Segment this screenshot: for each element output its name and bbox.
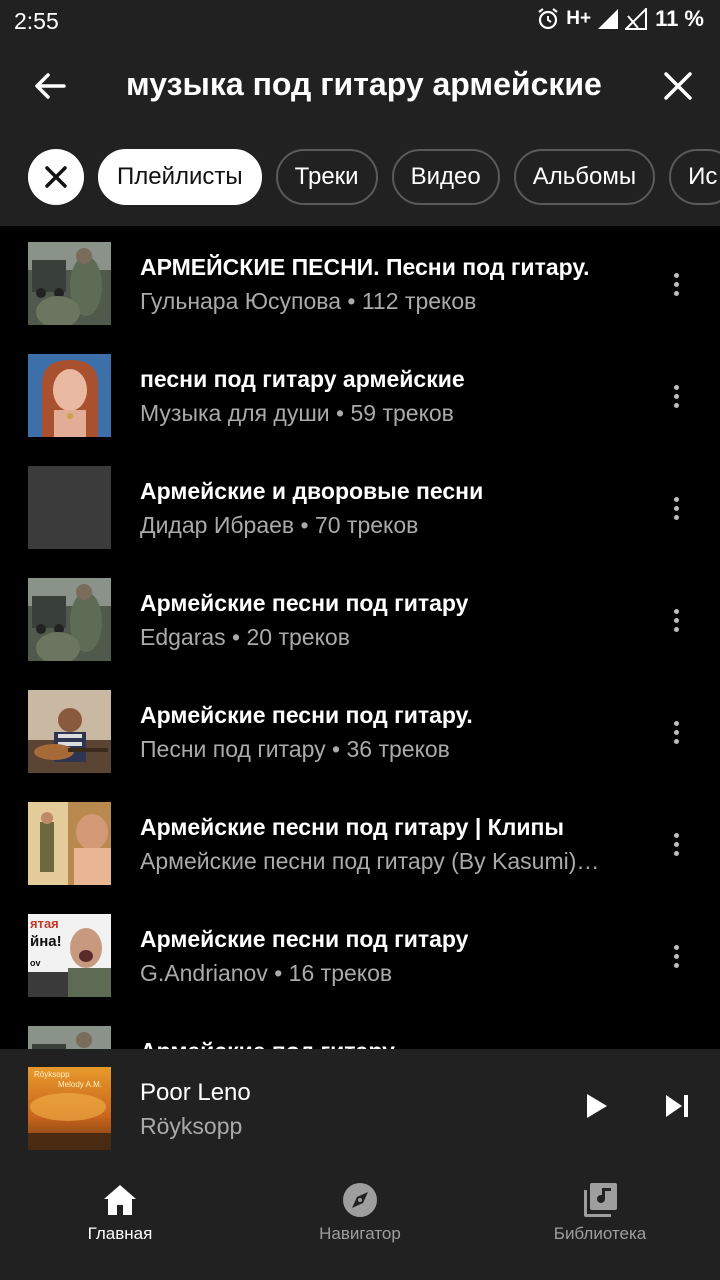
- list-item[interactable]: Армейские и дворовые песни Дидар Ибраев …: [0, 450, 720, 562]
- chip-artists[interactable]: Ис: [669, 149, 720, 205]
- filter-chip-bar: Плейлисты Треки Видео Альбомы Ис: [0, 132, 720, 226]
- list-item[interactable]: ятая йна! ov Армейские песни под гитару …: [0, 898, 720, 1010]
- signal-icon: [597, 8, 619, 30]
- playlist-title: песни под гитару армейские: [140, 366, 465, 392]
- clear-search-icon[interactable]: [656, 64, 700, 108]
- chip-tracks[interactable]: Треки: [275, 149, 378, 205]
- wifi-off-signal-icon: [625, 8, 649, 30]
- list-item[interactable]: Армейские песни под гитару Edgaras • 20 …: [0, 562, 720, 674]
- nav-label: Главная: [87, 1224, 153, 1243]
- playlist-title: Армейские под гитару: [140, 1038, 395, 1049]
- chip-albums[interactable]: Альбомы: [513, 149, 656, 205]
- playlist-subtitle: Гульнара Юсупова • 112 треков: [140, 288, 477, 314]
- playlist-title: Армейские и дворовые песни: [140, 478, 484, 504]
- battery-level: 11 %: [655, 6, 704, 31]
- search-query[interactable]: музыка под гитару армейские: [126, 66, 602, 103]
- thumb-text-top: ятая: [30, 916, 59, 931]
- home-icon: [104, 1185, 136, 1215]
- playlist-title: АРМЕЙСКИЕ ПЕСНИ. Песни под гитару.: [140, 254, 590, 280]
- skip-next-icon[interactable]: [660, 1089, 694, 1123]
- results-list: АРМЕЙСКИЕ ПЕСНИ. Песни под гитару. Гульн…: [0, 226, 720, 1049]
- clear-filter-button[interactable]: [28, 149, 84, 205]
- album-art-title-text: Melody A.M.: [58, 1080, 102, 1089]
- nav-label: Библиотека: [553, 1224, 647, 1243]
- back-arrow-icon[interactable]: [28, 64, 72, 108]
- nav-home[interactable]: Главная: [0, 1164, 240, 1280]
- playlist-title: Армейские песни под гитару | Клипы: [140, 814, 564, 840]
- list-item[interactable]: Армейские песни под гитару. Песни под ги…: [0, 674, 720, 786]
- more-options-icon[interactable]: [660, 380, 692, 412]
- album-art-artist-text: Röyksopp: [34, 1070, 70, 1079]
- close-icon: [45, 166, 67, 188]
- thumb-text-low: ov: [30, 958, 41, 968]
- status-icons: H+ 11 %: [536, 6, 704, 32]
- more-options-icon[interactable]: [660, 828, 692, 860]
- bottom-navigation: Главная Навигатор Библиотека: [0, 1164, 720, 1280]
- compass-icon: [343, 1183, 377, 1217]
- playlist-subtitle: Дидар Ибраев • 70 треков: [140, 512, 419, 538]
- play-icon[interactable]: [578, 1089, 612, 1123]
- nav-label: Навигатор: [319, 1224, 401, 1243]
- more-options-icon[interactable]: [660, 492, 692, 524]
- alarm-icon: [536, 7, 560, 31]
- now-playing-artist: Röyksopp: [140, 1113, 243, 1139]
- list-item[interactable]: Армейские под гитару: [0, 1010, 720, 1049]
- playlist-subtitle: Музыка для души • 59 треков: [140, 400, 454, 426]
- search-header: музыка под гитару армейские: [0, 42, 720, 132]
- playlist-title: Армейские песни под гитару: [140, 590, 469, 616]
- status-bar: 2:55 H+ 11 %: [0, 0, 720, 42]
- playlist-thumbnail: [28, 466, 111, 549]
- nav-explore[interactable]: Навигатор: [240, 1164, 480, 1280]
- playlist-subtitle: Армейские песни под гитару (By Kasumi)…: [140, 848, 600, 874]
- chip-video[interactable]: Видео: [391, 149, 500, 205]
- playlist-subtitle: G.Andrianov • 16 треков: [140, 960, 393, 986]
- list-item[interactable]: АРМЕЙСКИЕ ПЕСНИ. Песни под гитару. Гульн…: [0, 226, 720, 338]
- playlist-thumbnail: [28, 578, 111, 661]
- playlist-subtitle: Edgaras • 20 треков: [140, 624, 350, 650]
- status-time: 2:55: [14, 8, 59, 34]
- album-art: Röyksopp Melody A.M.: [28, 1067, 111, 1150]
- playlist-thumbnail: [28, 354, 111, 437]
- filter-chips: Плейлисты Треки Видео Альбомы Ис: [98, 149, 720, 205]
- more-options-icon[interactable]: [660, 940, 692, 972]
- nav-library[interactable]: Библиотека: [480, 1164, 720, 1280]
- network-type: H+: [566, 8, 592, 29]
- thumb-text-mid: йна!: [30, 933, 62, 950]
- playlist-thumbnail: [28, 242, 111, 325]
- chip-playlists[interactable]: Плейлисты: [98, 149, 262, 205]
- list-item[interactable]: Армейские песни под гитару | Клипы Армей…: [0, 786, 720, 898]
- mini-player[interactable]: Röyksopp Melody A.M. Poor Leno Röyksopp: [0, 1049, 720, 1164]
- playlist-thumbnail: [28, 802, 111, 885]
- playlist-thumbnail: [28, 1026, 111, 1049]
- playlist-thumbnail: ятая йна! ov: [28, 914, 111, 997]
- playlist-title: Армейские песни под гитару.: [140, 702, 473, 728]
- playlist-subtitle: Песни под гитару • 36 треков: [140, 736, 450, 762]
- more-options-icon[interactable]: [660, 716, 692, 748]
- list-item[interactable]: песни под гитару армейские Музыка для ду…: [0, 338, 720, 450]
- playlist-thumbnail: [28, 690, 111, 773]
- more-options-icon[interactable]: [660, 268, 692, 300]
- playlist-title: Армейские песни под гитару: [140, 926, 469, 952]
- now-playing-title: Poor Leno: [140, 1079, 251, 1106]
- more-options-icon[interactable]: [660, 604, 692, 636]
- library-icon: [584, 1183, 617, 1217]
